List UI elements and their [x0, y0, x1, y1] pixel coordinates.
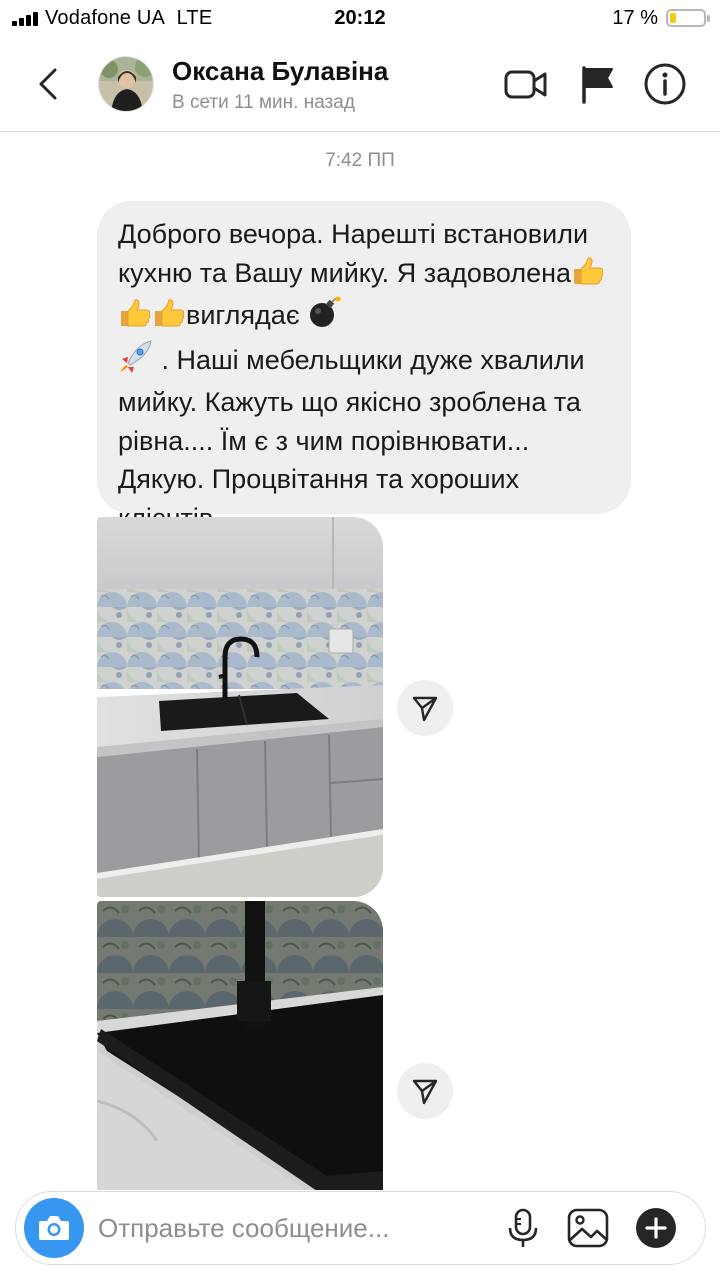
status-bar: Vodafone UA LTE 20:12 17 %	[0, 0, 720, 40]
contact-name[interactable]: Оксана Булавіна	[172, 56, 388, 87]
video-call-button[interactable]	[502, 60, 550, 108]
video-call-icon	[504, 70, 547, 99]
microphone-icon	[508, 1208, 538, 1247]
contact-status: В сети 11 мин. назад	[172, 92, 355, 113]
back-button[interactable]	[28, 60, 68, 108]
dm-screen: Vodafone UA LTE 20:12 17 % Оксана Булаві…	[0, 0, 720, 1280]
share-photo-2-button[interactable]	[397, 1063, 453, 1119]
message-text: Доброго вечора. Нарешті встановили кухню…	[118, 215, 611, 537]
voice-message-button[interactable]	[501, 1206, 545, 1250]
thumbs-up-icon	[118, 298, 152, 339]
camera-button[interactable]	[24, 1198, 84, 1258]
battery-icon	[666, 9, 710, 27]
avatar[interactable]	[98, 56, 154, 112]
gallery-icon	[567, 1208, 609, 1248]
report-button[interactable]	[574, 60, 622, 108]
send-icon	[412, 1079, 438, 1105]
kitchen-sink-photo-1[interactable]	[97, 517, 383, 897]
message-text-part2: виглядає	[186, 300, 308, 330]
rocket-icon	[118, 339, 154, 384]
bomb-icon	[307, 296, 341, 339]
camera-icon	[39, 1216, 69, 1240]
message-bubble[interactable]: Доброго вечора. Нарешті встановили кухню…	[97, 201, 631, 533]
info-button[interactable]	[641, 60, 689, 108]
send-icon	[412, 696, 438, 722]
more-actions-button[interactable]	[634, 1206, 678, 1250]
flag-icon	[582, 66, 613, 104]
plus-icon	[636, 1208, 676, 1248]
message-text-part3: . Наші мебельщики дуже хвалили мийку. Ка…	[118, 344, 585, 533]
chevron-left-icon	[39, 68, 57, 100]
message-input[interactable]	[98, 1210, 488, 1246]
battery-percent: 17 %	[612, 7, 658, 29]
thumbs-up-icon	[571, 256, 605, 297]
message-timestamp: 7:42 ПП	[325, 150, 395, 171]
chat-header: Оксана Булавіна В сети 11 мин. назад	[0, 40, 720, 132]
message-composer	[15, 1191, 706, 1265]
share-photo-1-button[interactable]	[397, 680, 453, 736]
gallery-button[interactable]	[566, 1206, 610, 1250]
kitchen-sink-photo-2[interactable]	[97, 901, 383, 1191]
info-icon	[644, 63, 686, 105]
message-text-part1: Доброго вечора. Нарешті встановили кухню…	[118, 219, 589, 288]
thumbs-up-icon	[152, 298, 186, 339]
